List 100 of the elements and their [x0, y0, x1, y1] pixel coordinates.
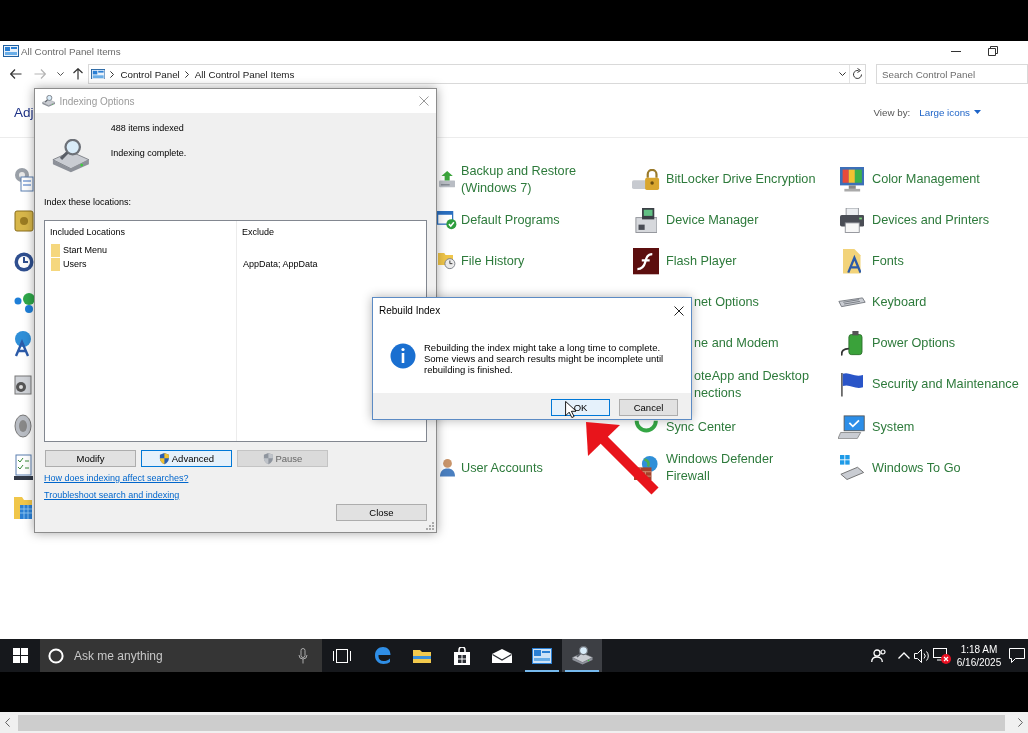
item-link[interactable]: oteApp and Desktop nections — [694, 367, 830, 402]
disk-magnifier-icon — [52, 139, 90, 174]
modify-button[interactable]: Modify — [45, 450, 136, 467]
swoosh-tile-icon — [632, 248, 660, 275]
item-link[interactable]: Default Programs — [461, 212, 560, 229]
panel-icon — [532, 647, 552, 664]
user-icon — [439, 459, 455, 477]
refresh-button[interactable] — [849, 65, 865, 83]
info-icon — [390, 343, 416, 369]
breadcrumb[interactable]: All Control Panel Items — [194, 68, 295, 80]
scrollbar-thumb[interactable] — [18, 714, 1005, 731]
disk-arrow-icon — [438, 171, 456, 188]
arc-icon — [633, 420, 659, 434]
item-link[interactable]: Keyboard — [872, 294, 927, 311]
location-name[interactable]: Users — [63, 259, 87, 269]
view-by-dropdown[interactable]: Large icons — [919, 106, 981, 118]
item-link[interactable]: User Accounts — [461, 459, 543, 477]
clock-date[interactable]: 6/16/2025 — [956, 655, 1002, 669]
taskbar-search-box[interactable]: Ask me anything — [40, 639, 322, 672]
clock-time[interactable]: 1:18 AM — [960, 642, 998, 656]
restore-icon — [987, 46, 998, 56]
item-link[interactable]: net Options — [694, 294, 759, 311]
folder-letter-icon — [842, 249, 862, 274]
people-icon — [871, 648, 887, 663]
chevron-up-icon — [898, 652, 910, 659]
advanced-button[interactable]: Advanced — [141, 450, 232, 467]
up-arrow-icon — [73, 68, 83, 80]
folder-icon — [51, 243, 60, 257]
caret-down-icon — [974, 110, 981, 114]
disk-magnifier-icon — [42, 94, 56, 108]
shield-icon — [262, 452, 274, 465]
help-link[interactable]: How does indexing affect searches? — [44, 472, 189, 484]
item-link[interactable]: Fonts — [872, 253, 904, 270]
message-text: Rebuilding the index might take a long time to complete. Some views and search results might be incomplete until rebuilding is finished. — [424, 342, 665, 377]
item-link[interactable]: Flash Player — [666, 253, 737, 270]
e-logo-icon — [373, 647, 391, 664]
item-link[interactable]: Device Manager — [666, 212, 759, 229]
keyboard-icon — [838, 297, 866, 308]
folder-icon — [413, 648, 431, 663]
close-icon — [419, 96, 429, 106]
microphone-icon — [298, 647, 308, 664]
items-count-text: 488 items indexed — [110, 122, 185, 134]
taskbar-search-field[interactable]: Ask me anything — [74, 645, 290, 666]
stacked-frames-icon — [333, 648, 351, 663]
column-header[interactable]: Exclude — [242, 227, 275, 237]
device-icon — [634, 207, 658, 234]
four-panes-icon — [12, 648, 28, 663]
view-by-label: View by: — [873, 106, 911, 118]
shield-icon — [158, 452, 170, 465]
item-link[interactable]: Security and Maintenance — [872, 376, 1019, 393]
clock-icon — [14, 251, 34, 272]
chevron-right-icon — [1018, 718, 1023, 727]
item-link[interactable]: Sync Center — [666, 418, 736, 436]
taskbar-button[interactable] — [562, 639, 602, 672]
column-header[interactable]: Included Locations — [50, 227, 126, 237]
dialog-title: Indexing Options — [59, 95, 135, 107]
item-link[interactable]: File History — [461, 253, 525, 270]
minimize-icon — [950, 50, 961, 52]
item-link[interactable]: Devices and Printers — [872, 212, 990, 229]
printer-icon — [839, 207, 865, 234]
breadcrumb[interactable]: Control Panel — [120, 68, 180, 80]
item-link[interactable]: Color Management — [872, 171, 980, 188]
back-arrow-icon — [10, 69, 22, 79]
usb-drive-icon — [839, 455, 865, 481]
resize-grip-icon — [426, 522, 434, 530]
status-text: Indexing complete. — [110, 147, 187, 159]
address-bar[interactable]: Control Panel All Control Panel Items — [88, 64, 866, 84]
checklist-icon — [14, 453, 34, 480]
cancel-button[interactable]: Cancel — [619, 399, 678, 416]
item-link[interactable]: Backup and Restore (Windows 7) — [461, 162, 613, 197]
chevron-down-icon — [838, 72, 846, 76]
search-field[interactable]: Search Control Panel — [876, 64, 1028, 84]
panel-icon — [91, 68, 106, 80]
item-link[interactable]: Windows To Go — [872, 459, 961, 477]
refresh-icon — [852, 68, 863, 80]
close-button[interactable]: Close — [336, 504, 427, 521]
battery-plug-icon — [841, 331, 863, 356]
item-link[interactable]: System — [872, 418, 915, 436]
speaker-icon — [914, 648, 930, 663]
horizontal-scrollbar[interactable] — [0, 712, 1028, 733]
computer-icon — [838, 414, 866, 440]
close-icon — [674, 305, 684, 316]
disk-magnifier-icon — [571, 646, 593, 665]
panel-icon — [3, 45, 19, 57]
safe-icon — [14, 209, 34, 232]
drive-icon — [14, 374, 32, 395]
speaker-icon — [14, 413, 32, 438]
item-link[interactable]: Power Options — [872, 335, 956, 352]
window-title: All Control Panel Items — [21, 45, 121, 57]
chevron-right-icon — [110, 70, 115, 78]
window-check-icon — [437, 211, 457, 230]
help-link[interactable]: Troubleshoot search and indexing — [44, 489, 180, 501]
chevron-down-icon — [56, 72, 64, 76]
item-link[interactable]: ne and Modem — [694, 335, 779, 352]
exclude-text: AppData; AppData — [243, 259, 318, 269]
chevron-left-icon — [5, 718, 10, 727]
item-link[interactable]: Windows Defender Firewall — [666, 451, 818, 485]
location-name[interactable]: Start Menu — [63, 245, 108, 255]
item-link[interactable]: BitLocker Drive Encryption — [666, 171, 816, 188]
monitor-icon — [839, 167, 865, 192]
